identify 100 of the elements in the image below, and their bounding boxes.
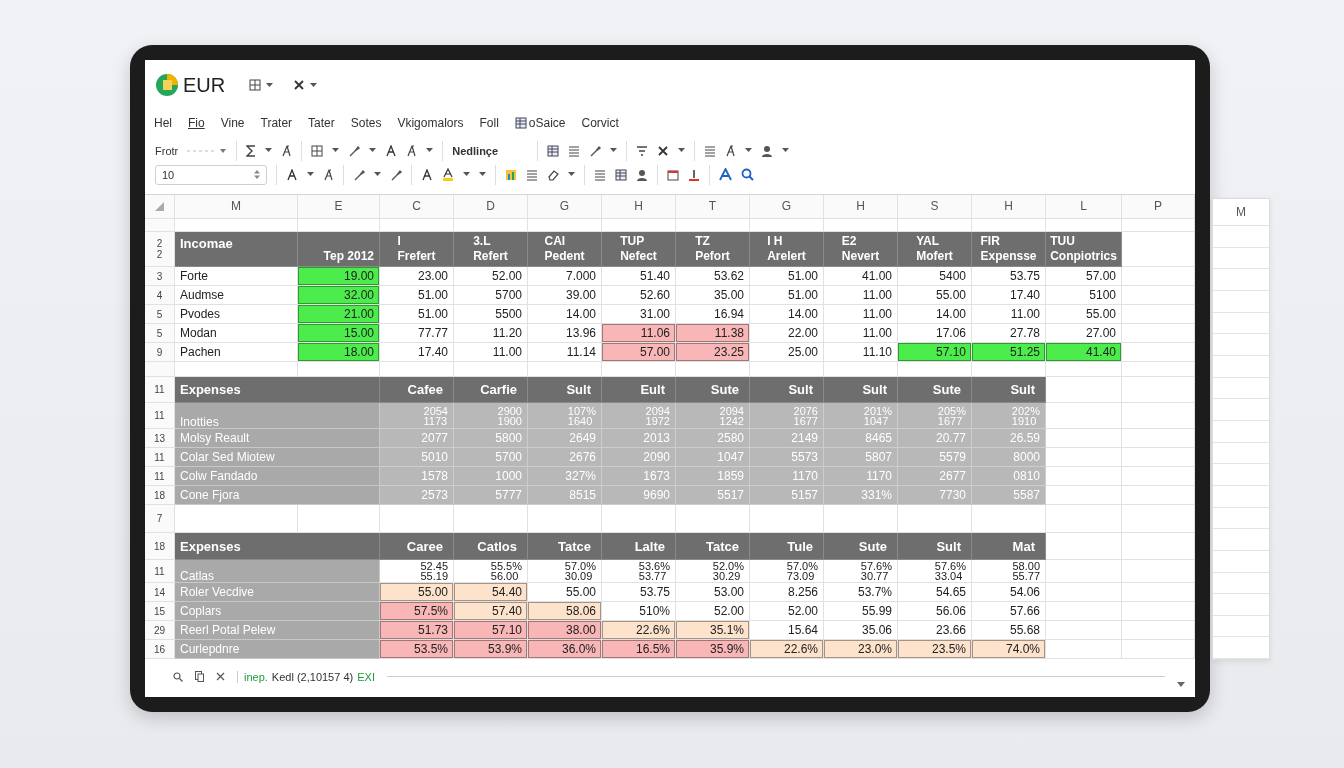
brush-icon[interactable] [353,168,365,181]
row-number[interactable]: 16 [145,640,175,659]
row-number[interactable]: 11 [145,467,175,486]
menu-item[interactable]: Hel [154,116,180,130]
column-header[interactable]: T [676,195,750,219]
menu-item[interactable]: Vine [220,116,253,130]
font-icon[interactable] [719,168,732,181]
font-icon[interactable] [286,168,298,181]
caret-icon[interactable] [568,172,575,177]
caret-icon[interactable] [266,82,274,88]
font-color-icon[interactable] [442,168,454,181]
filter-icon[interactable] [636,144,649,157]
table-icon[interactable] [547,144,560,157]
row-number[interactable]: 18 [145,486,175,505]
caret-icon[interactable] [782,148,790,153]
search-icon[interactable] [741,168,754,181]
column-header[interactable]: G [750,195,824,219]
search-icon[interactable] [173,671,183,682]
row-number[interactable]: 11 [145,377,175,403]
cross-icon[interactable] [293,79,306,91]
row-number[interactable]: 2 2 [145,232,175,267]
italic-icon[interactable] [406,144,418,157]
column-header[interactable]: M [1213,199,1269,226]
row-number[interactable]: 29 [145,621,175,640]
caret-icon[interactable] [426,148,434,153]
table-cell: 2090 [602,448,676,467]
align-icon[interactable] [594,168,606,181]
align-icon[interactable] [526,168,538,181]
caret-icon[interactable] [678,148,686,153]
app-title: EUR [183,73,226,97]
scroll-down-icon[interactable] [1177,682,1185,688]
row-number[interactable]: 18 [145,533,175,560]
row-number[interactable]: 14 [145,583,175,602]
brush-icon[interactable] [589,144,602,157]
menu-item[interactable]: Vkigomalors [397,116,472,130]
menu-item[interactable]: oSaice [514,116,574,130]
column-heading: TUP Nefect [602,232,676,267]
column-header[interactable]: E [298,195,380,219]
align-icon[interactable] [704,144,717,157]
column-header[interactable]: C [380,195,454,219]
align-icon[interactable] [568,144,581,157]
row-number[interactable]: 5 [145,305,175,324]
close-icon[interactable] [216,672,225,681]
font-dropdown-icon[interactable] [187,146,228,155]
caret-icon[interactable] [369,148,377,153]
caret-icon[interactable] [307,172,314,177]
column-header[interactable]: S [898,195,972,219]
brush-icon[interactable] [390,168,402,181]
menu-item[interactable]: Foll [479,116,507,130]
row-number[interactable]: 7 [145,505,175,533]
column-header[interactable]: D [454,195,528,219]
row-number[interactable]: 11 [145,448,175,467]
underline-icon[interactable] [688,168,700,181]
caret-icon[interactable] [332,148,340,153]
row-number[interactable]: 3 [145,267,175,286]
column-header[interactable]: H [824,195,898,219]
column-header[interactable]: H [602,195,676,219]
font-size-field[interactable]: 10 [155,164,267,185]
caret-icon[interactable] [463,172,470,177]
layout-icon[interactable] [249,79,262,91]
column-header[interactable]: P [1122,195,1195,219]
column-header[interactable]: M [175,195,298,219]
caret-icon[interactable] [745,148,753,153]
table-cell: 9690 [602,486,676,505]
row-number[interactable]: 15 [145,602,175,621]
sum-icon[interactable] [246,144,257,157]
row-number[interactable]: 4 [145,286,175,305]
cross-icon[interactable] [657,144,670,157]
column-header[interactable]: G [528,195,602,219]
brush-icon[interactable] [348,144,361,157]
borders-icon[interactable] [311,144,324,157]
menu-item[interactable]: Corvict [581,116,627,130]
menu-item[interactable]: Sotes [350,116,390,130]
menu-item[interactable]: Tater [308,116,343,130]
caret-icon[interactable] [310,82,318,88]
row-number[interactable]: 9 [145,343,175,362]
menu-item[interactable]: Fio [188,116,213,130]
font-icon[interactable] [385,144,398,157]
column-header[interactable]: H [972,195,1046,219]
copy-icon[interactable] [195,671,204,682]
person-icon[interactable] [636,168,648,181]
caret-icon[interactable] [374,172,381,177]
chart-icon[interactable] [505,168,517,181]
caret-icon[interactable] [479,172,486,177]
row-number[interactable]: 11 [145,560,175,583]
column-header[interactable]: L [1046,195,1122,219]
person-icon[interactable] [761,144,774,157]
table-icon[interactable] [667,168,679,181]
row-number[interactable]: 13 [145,429,175,448]
caret-icon[interactable] [610,148,618,153]
italic-icon[interactable] [725,144,737,157]
caret-icon[interactable] [265,148,273,153]
row-number[interactable]: 11 [145,403,175,429]
row-number[interactable]: 5 [145,324,175,343]
italic-icon[interactable] [281,144,293,157]
table-icon[interactable] [615,168,627,181]
menu-item[interactable]: Trater [260,116,301,130]
font-icon[interactable] [421,168,433,181]
eraser-icon[interactable] [547,168,559,181]
italic-icon[interactable] [323,168,334,181]
